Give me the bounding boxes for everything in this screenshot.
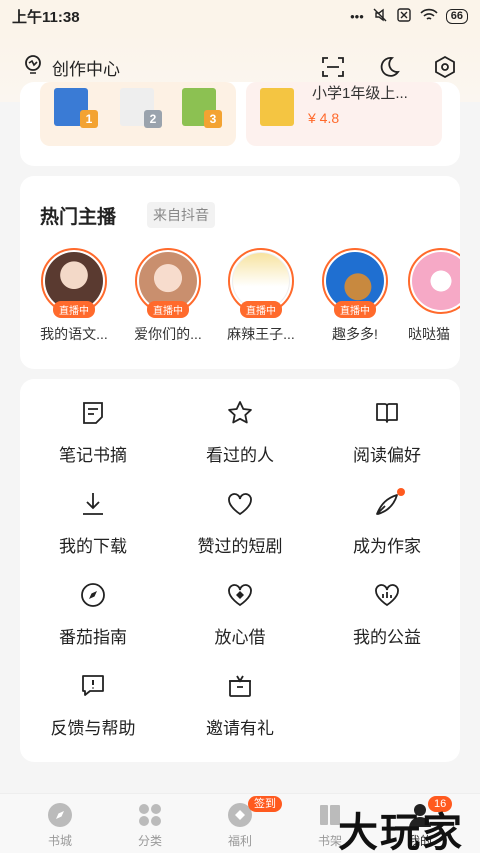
avatar: 直播中 [135,248,201,318]
book-item-tile[interactable]: 小学1年级上... ¥ 4.8 [246,82,442,146]
menu-item-liked-shorts[interactable]: 赞过的短剧 [167,490,313,557]
battery-indicator: 66 [445,8,468,24]
menu-item-guide[interactable]: 番茄指南 [20,581,166,648]
book-title: 小学1年级上... [312,85,408,102]
tab-label: 分类 [137,834,162,848]
compass-filled-icon [47,802,73,828]
star-icon [226,399,254,427]
category-icon [137,802,163,828]
anchor-name: 爱你们的... [134,326,202,342]
menu-label: 放心借 [214,628,266,647]
wifi-icon [420,8,438,25]
menu-label: 反馈与帮助 [50,719,136,738]
tab-label: 福利 [227,834,252,848]
menu-label: 我的下载 [59,537,127,556]
section-title: 热门主播 [40,207,117,228]
source-tag: 来自抖音 [147,202,215,228]
book-icon [373,399,401,427]
mute-icon [372,7,388,26]
charity-heart-icon [373,581,401,609]
more-dots-icon: ••• [350,8,364,24]
book-number: 1 [80,110,98,128]
menu-item-notes[interactable]: 笔记书摘 [20,399,166,466]
pen-icon [373,488,405,518]
scan-icon[interactable] [320,54,346,80]
heart-diamond-icon [226,581,254,609]
menu-label: 看过的人 [206,446,274,465]
compass-icon [79,581,107,609]
menu-label: 我的公益 [353,628,421,647]
menu-label: 邀请有礼 [206,719,274,738]
book-set-tile[interactable]: 1 2 3 [40,82,236,146]
live-badge: 直播中 [240,301,282,318]
menu-item-feedback[interactable]: 反馈与帮助 [20,672,166,739]
menu-label: 笔记书摘 [59,446,127,465]
menu-item-downloads[interactable]: 我的下载 [20,490,166,557]
status-time: 上午11:38 [12,8,80,26]
anchor-name: 哒哒猫 [408,326,450,342]
settings-icon[interactable] [432,54,458,80]
menu-item-reading-pref[interactable]: 阅读偏好 [314,399,460,466]
tab-label: 书城 [47,834,72,848]
menu-label: 赞过的短剧 [197,537,283,556]
live-badge: 直播中 [147,301,189,318]
moon-icon[interactable] [376,54,402,80]
avatar: 直播中 [322,248,388,318]
avatar [408,248,460,314]
gift-icon [226,672,254,700]
feedback-icon [79,672,107,700]
menu-item-visitors[interactable]: 看过的人 [167,399,313,466]
note-icon [79,399,107,427]
anchor-item[interactable]: 直播中 爱你们的... [128,248,208,344]
bulb-icon [22,54,44,81]
sim-off-icon [396,7,412,26]
menu-item-invite[interactable]: 邀请有礼 [167,672,313,739]
book-cover [260,88,294,126]
book-number: 2 [144,110,162,128]
anchor-item[interactable]: 直播中 趣多多! [315,248,395,344]
heart-icon [226,490,254,518]
menu-item-safe-borrow[interactable]: 放心借 [167,581,313,648]
recommended-books-card: 1 2 3 小学1年级上... ¥ 4.8 [20,82,460,166]
status-icons: ••• 66 [350,7,468,26]
avatar: 直播中 [228,248,294,318]
menu-label: 阅读偏好 [353,446,421,465]
tab-bookstore[interactable]: 书城 [30,802,90,849]
feature-menu-card: 笔记书摘 看过的人 阅读偏好 我的下载 赞过的短剧 成为作家 番茄指南 放心借 … [20,379,460,762]
download-icon [79,490,107,518]
anchor-name: 趣多多! [332,326,378,342]
book-number: 3 [204,110,222,128]
creator-center-button[interactable]: 创作中心 [22,54,120,81]
sign-in-badge: 签到 [248,796,282,812]
menu-item-charity[interactable]: 我的公益 [314,581,460,648]
tab-category[interactable]: 分类 [120,802,180,849]
hot-anchors-card: 热门主播 来自抖音 直播中 我的语文... 直播中 爱你们的... 直播中 麻辣… [20,176,460,369]
anchor-name: 我的语文... [40,326,108,342]
watermark: 大玩家 [338,810,464,853]
anchor-item[interactable]: 哒哒猫 [408,248,460,344]
live-badge: 直播中 [53,301,95,318]
anchor-name: 麻辣王子... [227,326,295,342]
menu-label: 成为作家 [353,537,421,556]
live-badge: 直播中 [334,301,376,318]
menu-item-become-writer[interactable]: 成为作家 [314,488,460,557]
avatar: 直播中 [41,248,107,318]
book-rating: ¥ 4.8 [308,110,340,126]
menu-label: 番茄指南 [59,628,127,647]
status-bar: 上午11:38 ••• 66 [0,0,480,32]
anchor-item[interactable]: 直播中 我的语文... [34,248,114,344]
notification-dot [397,488,405,496]
anchor-item[interactable]: 直播中 麻辣王子... [221,248,301,344]
creator-center-label: 创作中心 [52,59,120,79]
